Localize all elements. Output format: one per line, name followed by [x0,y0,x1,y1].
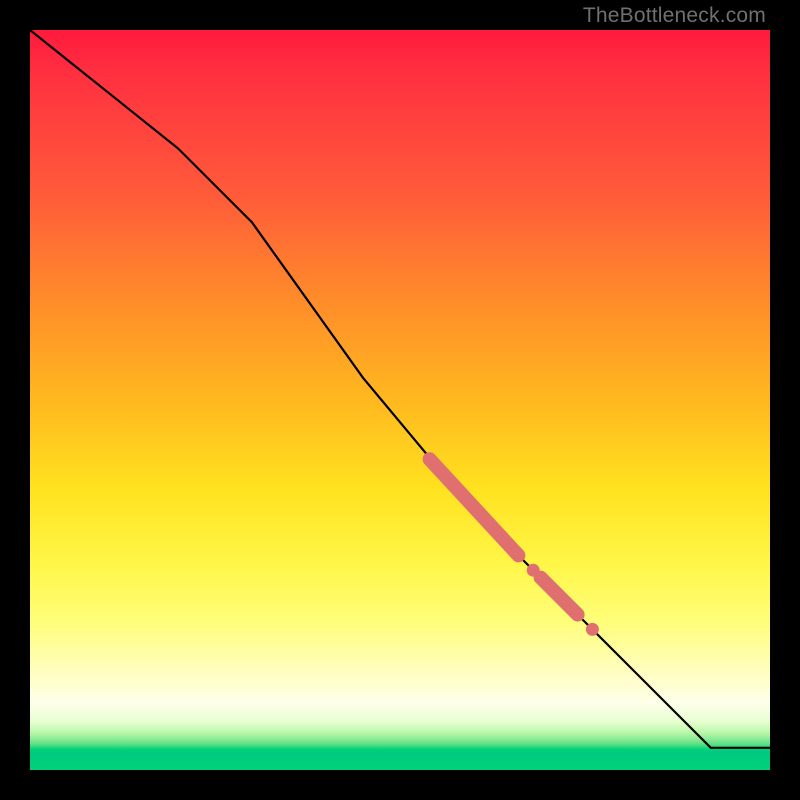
chart-stage: TheBottleneck.com [0,0,800,800]
series-highlight-dot-2 [586,623,599,636]
series-highlight-segment-2 [541,578,578,615]
plot-area [30,30,770,770]
series-curve [30,30,770,748]
chart-svg [30,30,770,770]
watermark-text: TheBottleneck.com [583,4,766,28]
series-highlight-segment-1 [430,459,519,555]
